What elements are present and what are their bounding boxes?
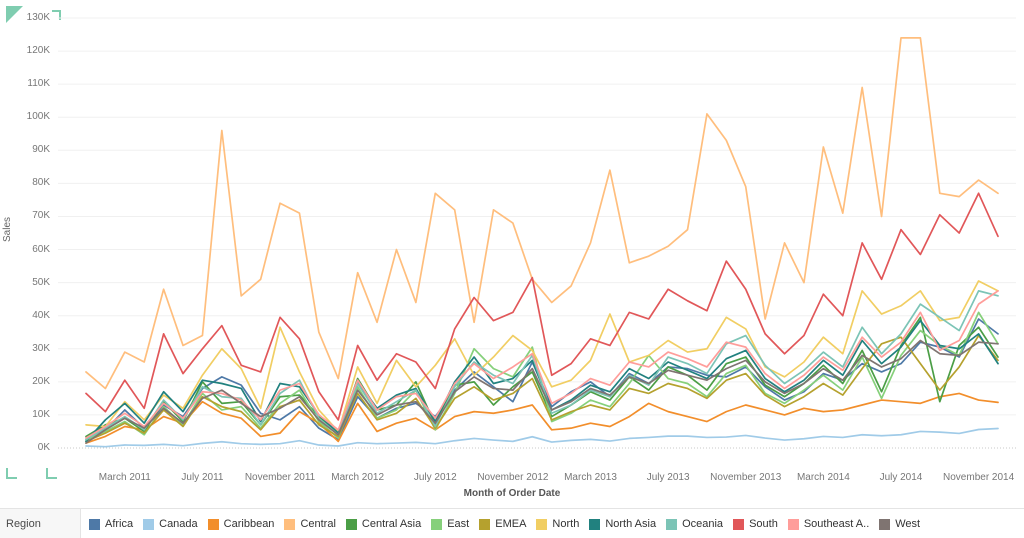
legend-color-swatch (284, 518, 296, 530)
legend-color-swatch (787, 518, 799, 530)
legend-item-label: West (895, 518, 921, 530)
legend-item[interactable]: Caribbean (207, 518, 275, 530)
legend-item[interactable]: West (879, 518, 920, 530)
y-tick-label: 0K (37, 442, 50, 453)
legend-item-label: Africa (105, 518, 134, 530)
legend-item[interactable]: Africa (89, 518, 133, 530)
legend-color-swatch (143, 518, 155, 530)
x-tick-label: March 2011 (98, 472, 151, 483)
series-line[interactable] (85, 427, 999, 448)
legend-item[interactable]: South (733, 518, 778, 530)
legend-item-label: North Asia (605, 518, 657, 530)
x-tick-label: July 2014 (879, 472, 923, 483)
x-tick-label: November 2012 (477, 472, 549, 483)
legend-item-label: Central (300, 518, 336, 530)
x-tick-label: November 2011 (244, 472, 316, 483)
y-tick-label: 30K (32, 342, 50, 354)
legend-items-list[interactable]: Africa Canada Caribbean Central Central Asia… (80, 509, 1024, 538)
legend-item[interactable]: Southeast A.. (787, 518, 870, 530)
x-tick-label: March 2012 (331, 472, 385, 483)
y-axis-tick-labels: 0K 10K 20K 30K 40K 50K 60K 70K 80K 90K 100K 110K 120… (0, 0, 50, 508)
y-tick-label: 70K (32, 210, 50, 222)
x-tick-label: March 2013 (564, 472, 617, 483)
x-tick-label: July 2012 (413, 472, 457, 483)
legend-item[interactable]: Central (284, 518, 336, 530)
y-tick-label: 40K (32, 309, 50, 321)
legend-color-swatch (431, 518, 443, 530)
x-tick-label: March 2014 (796, 472, 850, 483)
legend-color-swatch (89, 518, 100, 530)
legend-color-swatch (666, 518, 678, 530)
y-tick-label: 90K (32, 144, 50, 156)
y-tick-label: 120K (26, 45, 50, 57)
y-tick-label: 20K (32, 375, 50, 387)
legend-item-label: EMEA (495, 518, 527, 530)
series-line[interactable] (85, 37, 999, 390)
legend-title: Region (6, 518, 41, 530)
legend-item[interactable]: EMEA (479, 518, 526, 530)
series-lines-svg[interactable] (58, 10, 1016, 465)
plot-area[interactable] (58, 10, 1016, 465)
legend-color-swatch (207, 518, 219, 530)
legend-item[interactable]: Central Asia (345, 518, 422, 530)
legend-item-label: North (552, 518, 580, 530)
x-tick-label: November 2014 (943, 472, 1015, 483)
legend-item[interactable]: East (431, 518, 469, 530)
y-tick-label: 60K (32, 243, 50, 255)
y-tick-label: 50K (32, 276, 50, 288)
tableau-line-chart-view: Sales 0K 10K 20K 30K 40K 50K 60K 70K 80K 90K 100K 1… (0, 0, 1024, 538)
legend-color-swatch (536, 518, 548, 530)
legend-item-label: East (447, 518, 470, 530)
x-tick-label: November 2013 (710, 472, 782, 483)
legend-item-label: Caribbean (223, 518, 275, 530)
x-tick-label: July 2011 (181, 472, 224, 483)
legend-item[interactable]: Oceania (666, 518, 723, 530)
legend-item[interactable]: Canada (143, 518, 198, 530)
legend-color-swatch (479, 518, 491, 530)
chart-viz-area[interactable]: Sales 0K 10K 20K 30K 40K 50K 60K 70K 80K 90K 100K 1… (0, 0, 1024, 508)
x-tick-label: July 2013 (646, 472, 690, 483)
legend-color-swatch (345, 518, 357, 530)
legend-item-label: South (749, 518, 778, 530)
legend-color-swatch (879, 518, 891, 530)
y-tick-label: 100K (26, 111, 50, 123)
y-tick-label: 130K (26, 12, 50, 23)
legend-item[interactable]: North Asia (589, 518, 656, 530)
y-tick-label: 80K (32, 177, 50, 189)
y-tick-label: 10K (32, 408, 50, 420)
legend-item-label: Southeast A.. (803, 518, 870, 530)
legend-panel: Region Africa Canada Caribbean Central Centr… (0, 508, 1024, 538)
legend-item-label: Oceania (682, 518, 724, 530)
x-axis-title: Month of Order Date (463, 488, 561, 499)
legend-color-swatch (589, 518, 601, 530)
series-line[interactable] (85, 339, 999, 444)
series-line[interactable] (85, 311, 999, 441)
y-tick-label: 110K (27, 78, 50, 90)
legend-item[interactable]: North (536, 518, 579, 530)
legend-item-label: Central Asia (361, 518, 422, 530)
legend-item-label: Canada (159, 518, 198, 530)
legend-color-swatch (733, 518, 745, 530)
